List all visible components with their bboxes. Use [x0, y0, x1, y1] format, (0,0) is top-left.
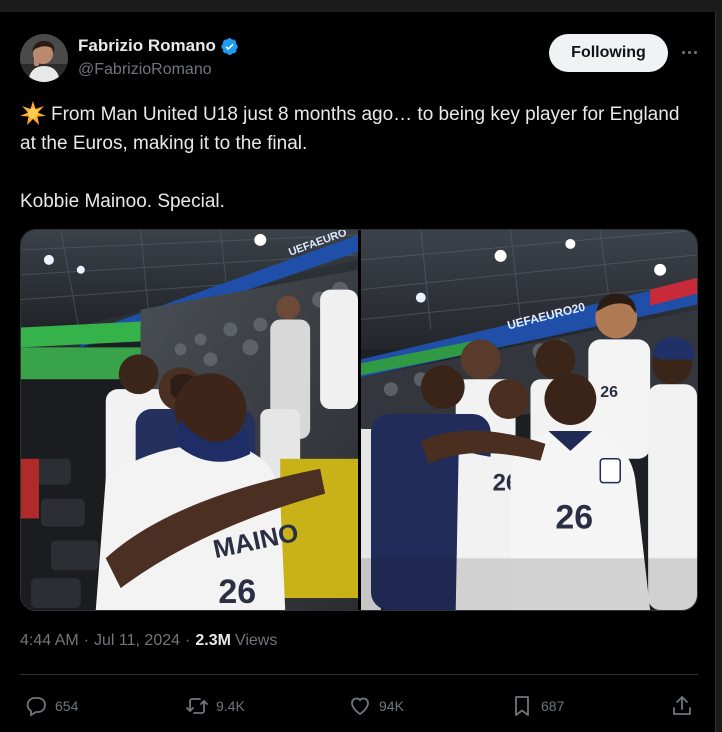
repost-icon [185, 694, 209, 718]
share-button[interactable] [670, 688, 694, 724]
author-handle[interactable]: @FabrizioRomano [78, 61, 212, 79]
tweet-text: From Man United U18 just 8 months ago… t… [20, 100, 700, 216]
tweet-text-line2: Kobbie Mainoo. Special. [20, 191, 225, 212]
views-count: 2.3M [195, 632, 231, 649]
svg-text:26: 26 [555, 498, 593, 536]
tweet-time[interactable]: 4:44 AM [20, 632, 79, 650]
meta-separator: · [185, 632, 191, 649]
like-button[interactable]: 94K [348, 688, 404, 724]
reply-button[interactable]: 654 [24, 688, 78, 724]
svg-text:26: 26 [600, 384, 618, 401]
sparkle-emoji-icon [20, 101, 46, 125]
reply-icon [24, 694, 48, 718]
author-name-row: Fabrizio Romano [78, 36, 239, 56]
action-bar: 654 9.4K 94K 687 [20, 688, 700, 724]
bookmark-icon [510, 694, 534, 718]
svg-text:26: 26 [218, 573, 256, 610]
divider [20, 674, 698, 675]
bookmark-button[interactable]: 687 [510, 688, 564, 724]
meta-separator: · [83, 632, 90, 649]
author-avatar[interactable] [20, 34, 68, 82]
tweet-text-line1: From Man United U18 just 8 months ago… t… [20, 104, 680, 154]
share-icon [670, 694, 694, 718]
tweet-date[interactable]: Jul 11, 2024 [94, 632, 180, 650]
tweet-meta: 4:44 AM · Jul 11, 2024 · 2.3M Views [20, 632, 277, 650]
verified-badge-icon [220, 37, 239, 56]
photo-stadium-hug[interactable]: UEFAEURO MAINO 26 [21, 230, 358, 610]
more-horizontal-icon[interactable] [678, 44, 700, 60]
repost-button[interactable]: 9.4K [185, 688, 245, 724]
views-label: Views [234, 632, 278, 649]
bookmark-count: 687 [541, 698, 565, 714]
tweet-card: Fabrizio Romano @FabrizioRomano Followin… [0, 12, 716, 732]
tweet-line-1: From Man United U18 just 8 months ago… t… [20, 100, 700, 158]
reply-count: 654 [55, 698, 79, 714]
heart-icon [348, 694, 372, 718]
following-button[interactable]: Following [549, 34, 668, 72]
like-count: 94K [379, 698, 404, 714]
photo-family-group[interactable]: UEFAEURO20 26 26 26 [361, 230, 697, 610]
media-grid[interactable]: UEFAEURO MAINO 26 UEFAEURO20 26 26 26 [20, 229, 698, 611]
repost-count: 9.4K [216, 698, 245, 714]
author-name[interactable]: Fabrizio Romano [78, 36, 216, 56]
